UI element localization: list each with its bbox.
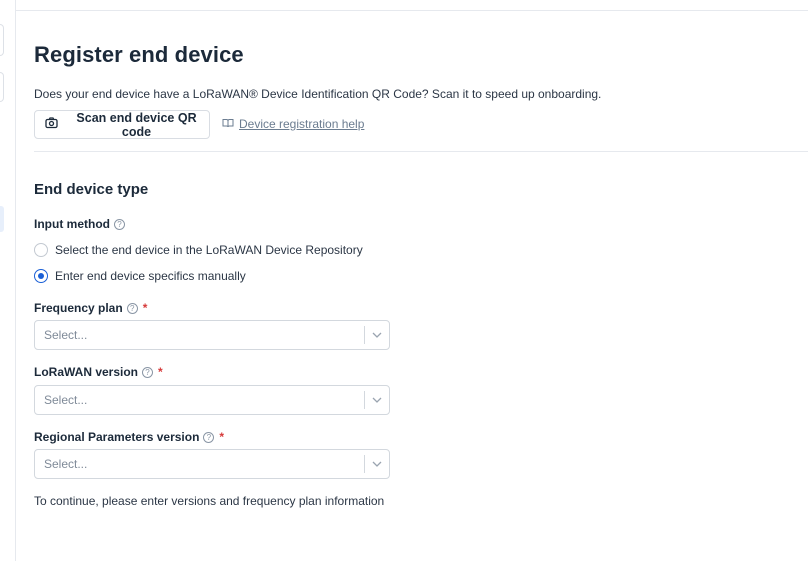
chevron-down-icon[interactable]	[365, 461, 389, 467]
section-divider	[34, 151, 808, 152]
qr-intro-text: Does your end device have a LoRaWAN® Dev…	[34, 87, 602, 101]
sidebar-nav-item[interactable]	[0, 72, 4, 102]
radio-manual-entry[interactable]: Enter end device specifics manually	[34, 269, 246, 283]
select-placeholder: Select...	[44, 328, 88, 342]
radio-label: Select the end device in the LoRaWAN Dev…	[55, 243, 363, 257]
select-placeholder: Select...	[44, 393, 88, 407]
radio-button-checked[interactable]	[34, 269, 48, 283]
input-method-label-text: Input method	[34, 217, 110, 231]
book-icon	[222, 117, 234, 131]
sidebar-nav-item[interactable]	[0, 24, 4, 56]
field-label-text: Regional Parameters version	[34, 430, 200, 444]
question-circle-icon[interactable]: ?	[113, 218, 125, 230]
help-link-label: Device registration help	[239, 117, 365, 131]
required-mark: *	[158, 365, 163, 379]
input-method-label: Input method ?	[34, 217, 125, 231]
regional-parameters-version-label: Regional Parameters version ? *	[34, 430, 224, 444]
radio-label: Enter end device specifics manually	[55, 269, 246, 283]
question-circle-icon[interactable]: ?	[203, 431, 215, 443]
field-label-text: LoRaWAN version	[34, 365, 139, 379]
section-title: End device type	[34, 181, 149, 198]
scan-qr-button-label: Scan end device QR code	[76, 110, 197, 139]
radio-device-repository[interactable]: Select the end device in the LoRaWAN Dev…	[34, 243, 363, 257]
page-title: Register end device	[34, 42, 244, 67]
lorawan-version-select[interactable]: Select...	[34, 385, 390, 415]
sidebar-active-indicator	[0, 206, 4, 232]
lorawan-version-label: LoRaWAN version ? *	[34, 365, 163, 379]
continue-hint-text: To continue, please enter versions and f…	[34, 494, 385, 508]
camera-icon	[45, 117, 58, 132]
required-mark: *	[142, 301, 148, 315]
select-placeholder: Select...	[44, 457, 88, 471]
required-mark: *	[219, 430, 225, 444]
question-circle-icon[interactable]: ?	[126, 302, 138, 314]
sidebar	[0, 0, 16, 561]
radio-button[interactable]	[34, 243, 48, 257]
frequency-plan-label: Frequency plan ? *	[34, 301, 147, 315]
regional-parameters-version-select[interactable]: Select...	[34, 449, 390, 479]
header-divider	[16, 10, 808, 11]
frequency-plan-select[interactable]: Select...	[34, 320, 390, 350]
field-label-text: Frequency plan	[34, 301, 123, 315]
device-registration-help-link[interactable]: Device registration help	[222, 117, 364, 131]
question-circle-icon[interactable]: ?	[142, 366, 154, 378]
chevron-down-icon[interactable]	[365, 332, 389, 338]
scan-qr-button[interactable]: Scan end device QR code	[34, 110, 210, 139]
chevron-down-icon[interactable]	[365, 397, 389, 403]
